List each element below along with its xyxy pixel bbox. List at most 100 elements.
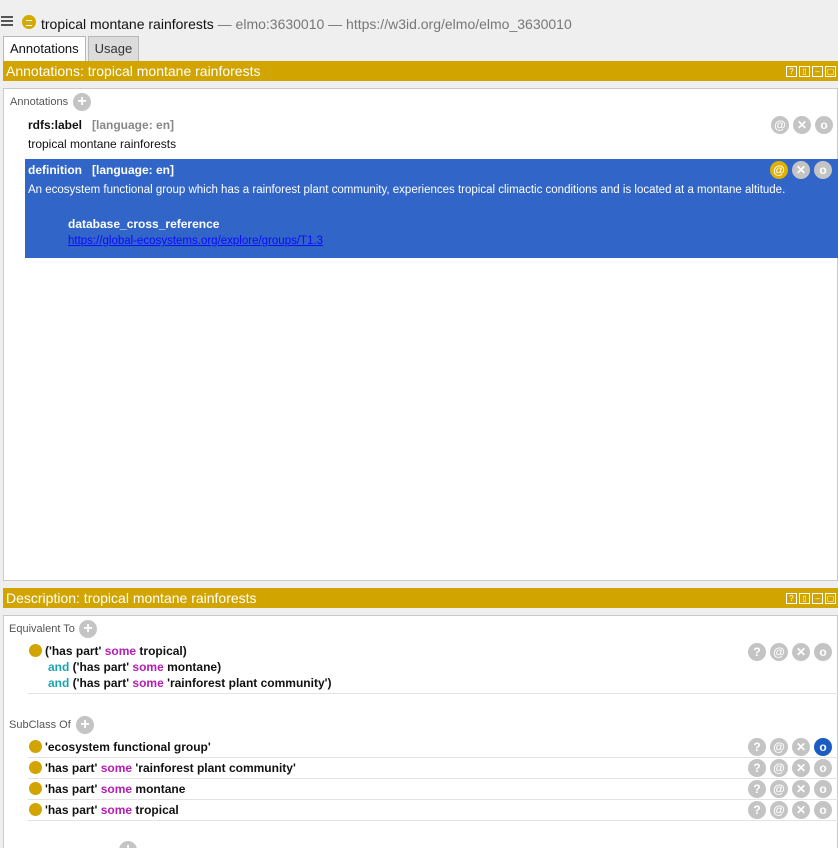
annotations-panel: Annotations + rdfs:label [language: en] t…: [3, 88, 838, 581]
edit-button[interactable]: o: [814, 801, 832, 819]
minimize-icon[interactable]: –: [812, 66, 823, 77]
title-bar: tropical montane rainforests — elmo:3630…: [0, 12, 838, 34]
annotation-language: [language: en]: [92, 118, 175, 132]
superclass-expression[interactable]: 'has part' some tropical: [45, 803, 179, 817]
row-divider: [28, 799, 838, 800]
selected-annotation-row[interactable]: definition [language: en] An ecosystem fu…: [25, 159, 838, 258]
annotate-button[interactable]: @: [771, 116, 789, 134]
description-panel: Equivalent To + ('has part' some tropica…: [3, 615, 838, 848]
add-button-partial[interactable]: +: [119, 841, 137, 848]
expr-part: montane: [132, 782, 186, 796]
expr-part: 'rainforest plant community': [132, 761, 296, 775]
menu-icon[interactable]: [1, 16, 13, 28]
delete-button[interactable]: ✕: [792, 801, 810, 819]
delete-button[interactable]: ✕: [792, 643, 810, 661]
header-controls: ? ▯ – ▢: [786, 593, 836, 604]
superclass-expression[interactable]: 'has part' some 'rainforest plant commun…: [45, 761, 296, 775]
class-expression-icon: [29, 644, 42, 657]
keyword-some: some: [100, 782, 133, 796]
add-equivalent-button[interactable]: +: [79, 620, 97, 638]
entity-name: tropical montane rainforests: [41, 16, 214, 32]
delete-button[interactable]: ✕: [792, 780, 810, 798]
annotate-button[interactable]: @: [770, 759, 788, 777]
split-icon[interactable]: ▯: [799, 593, 810, 604]
description-header: Description: tropical montane rainforest…: [3, 588, 838, 608]
maximize-icon[interactable]: ▢: [825, 66, 836, 77]
superclass-expression[interactable]: 'ecosystem functional group': [45, 740, 211, 754]
keyword-some: some: [104, 644, 137, 658]
tab-annotations[interactable]: Annotations: [3, 36, 86, 61]
tab-usage[interactable]: Usage: [87, 36, 140, 61]
help-icon[interactable]: ?: [786, 66, 797, 77]
expression-row-buttons: ? @ ✕ o: [748, 643, 832, 661]
xref-property: database_cross_reference: [68, 217, 220, 231]
row-divider: [28, 693, 838, 694]
keyword-and: and: [48, 660, 70, 674]
maximize-icon[interactable]: ▢: [825, 593, 836, 604]
annotation-property-name[interactable]: definition: [28, 163, 82, 177]
split-icon[interactable]: ▯: [799, 66, 810, 77]
keyword-some: some: [100, 803, 133, 817]
description-header-title: Description: tropical montane rainforest…: [6, 590, 257, 606]
edit-button[interactable]: o: [814, 643, 832, 661]
explain-button[interactable]: ?: [748, 643, 766, 661]
edit-button[interactable]: o: [814, 738, 832, 756]
entity-iri: — elmo:3630010 — https://w3id.org/elmo/e…: [213, 16, 572, 32]
expr-part: 'has part': [45, 803, 101, 817]
annotate-button[interactable]: @: [770, 801, 788, 819]
entity-title: tropical montane rainforests — elmo:3630…: [41, 16, 572, 32]
row-divider: [28, 778, 838, 779]
delete-button[interactable]: ✕: [793, 116, 811, 134]
annotate-button[interactable]: @: [770, 161, 788, 179]
annotation-language: [language: en]: [92, 163, 175, 177]
keyword-some: some: [132, 660, 164, 674]
annotate-button[interactable]: @: [770, 643, 788, 661]
expr-part: 'has part': [45, 782, 101, 796]
expr-part: tropical): [136, 644, 187, 658]
superclass-expression[interactable]: 'has part' some montane: [45, 782, 185, 796]
delete-button[interactable]: ✕: [792, 738, 810, 756]
explain-button[interactable]: ?: [748, 759, 766, 777]
equivalent-expression-line: and ('has part' some 'rainforest plant c…: [48, 676, 332, 690]
equivalent-expression[interactable]: ('has part' some tropical): [45, 644, 187, 658]
annotations-header-title: Annotations: tropical montane rainforest…: [6, 63, 261, 79]
expr-part: tropical: [132, 803, 179, 817]
explain-button[interactable]: ?: [748, 738, 766, 756]
expr-part: ('has part': [69, 660, 133, 674]
delete-button[interactable]: ✕: [792, 161, 810, 179]
class-expression-icon: [29, 761, 42, 774]
definition-text: An ecosystem functional group which has …: [28, 184, 786, 196]
annotations-header: Annotations: tropical montane rainforest…: [3, 61, 838, 81]
expression-row-buttons: ? @ ✕ o: [748, 738, 832, 756]
expr-part: montane): [163, 660, 222, 674]
help-icon[interactable]: ?: [786, 593, 797, 604]
annotations-section-label: Annotations: [10, 96, 69, 108]
expr-part: ('has part': [45, 644, 105, 658]
xref-link[interactable]: https://global-ecosystems.org/explore/gr…: [68, 235, 323, 247]
annotation-property-name[interactable]: rdfs:label: [28, 118, 82, 132]
add-annotation-button[interactable]: +: [73, 93, 91, 111]
annotation-property: rdfs:label [language: en]: [28, 118, 174, 132]
annotate-button[interactable]: @: [770, 738, 788, 756]
edit-button[interactable]: o: [814, 759, 832, 777]
add-superclass-button[interactable]: +: [76, 716, 94, 734]
class-expression-icon: [29, 782, 42, 795]
edit-button[interactable]: o: [815, 116, 833, 134]
explain-button[interactable]: ?: [748, 801, 766, 819]
annotation-value: tropical montane rainforests: [28, 137, 177, 151]
expression-row-buttons: ? @ ✕ o: [748, 759, 832, 777]
annotation-property: definition [language: en]: [28, 163, 174, 177]
explain-button[interactable]: ?: [748, 780, 766, 798]
view-tabs: Annotations Usage: [3, 36, 141, 61]
edit-button[interactable]: o: [814, 780, 832, 798]
annotation-row-buttons: @ ✕ o: [770, 161, 832, 179]
keyword-some: some: [132, 676, 164, 690]
equivalent-expression-line: and ('has part' some montane): [48, 660, 221, 674]
row-divider: [28, 757, 838, 758]
class-expression-icon: [29, 803, 42, 816]
expr-part: 'rainforest plant community'): [163, 676, 332, 690]
annotate-button[interactable]: @: [770, 780, 788, 798]
delete-button[interactable]: ✕: [792, 759, 810, 777]
minimize-icon[interactable]: –: [812, 593, 823, 604]
edit-button[interactable]: o: [814, 161, 832, 179]
